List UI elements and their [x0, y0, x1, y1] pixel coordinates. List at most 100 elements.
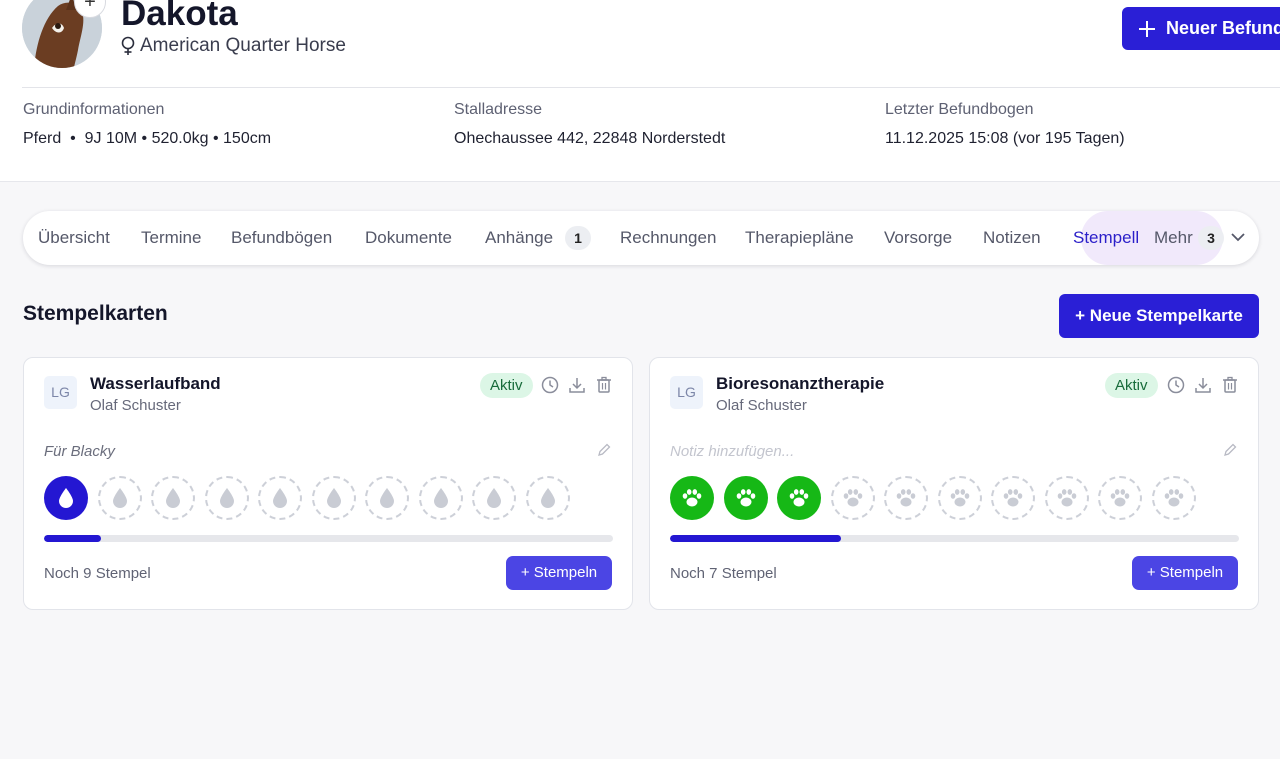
status-badge: Aktiv — [1105, 373, 1158, 398]
tab-anhaenge[interactable]: Anhänge — [485, 211, 553, 265]
edit-note-icon[interactable] — [1222, 442, 1238, 458]
stamp-empty[interactable] — [830, 476, 875, 520]
tab-uebersicht[interactable]: Übersicht — [38, 211, 110, 265]
tab-vorsorge[interactable]: Vorsorge — [884, 211, 952, 265]
tab-dokumente[interactable]: Dokumente — [365, 211, 452, 265]
trash-icon[interactable] — [594, 375, 614, 395]
stamp-empty[interactable] — [204, 476, 249, 520]
more-count-badge: 3 — [1198, 226, 1224, 250]
stable-address-value: Ohechaussee 442, 22848 Norderstedt — [454, 130, 726, 147]
download-icon[interactable] — [1193, 375, 1213, 395]
header-divider — [22, 87, 1280, 88]
paw-icon — [949, 488, 971, 508]
chevron-down-icon[interactable] — [1228, 227, 1248, 247]
basic-info: Grundinformationen Pferd • 9J 10M • 520.… — [23, 100, 271, 149]
stamp-empty[interactable] — [1098, 476, 1142, 520]
tab-therapieplaene[interactable]: Therapiepläne — [745, 211, 854, 265]
water-drop-icon — [485, 487, 503, 509]
breed-label: American Quarter Horse — [140, 35, 346, 56]
history-icon[interactable] — [540, 375, 560, 395]
water-drop-icon — [111, 487, 129, 509]
last-report-label: Letzter Befundbogen — [885, 101, 1034, 118]
card-title: Bioresonanztherapie — [716, 374, 885, 393]
water-drop-icon — [218, 487, 236, 509]
add-stamp-button[interactable]: + Stempeln — [1132, 556, 1238, 590]
female-icon — [121, 36, 135, 55]
paw-icon — [1109, 488, 1131, 508]
trash-icon[interactable] — [1220, 375, 1240, 395]
card-owner: Olaf Schuster — [716, 397, 807, 414]
stamp-empty[interactable] — [991, 476, 1035, 520]
water-drop-icon — [539, 487, 557, 509]
last-report: Letzter Befundbogen 11.12.2025 15:08 (vo… — [885, 100, 1125, 149]
download-icon[interactable] — [567, 375, 587, 395]
water-drop-icon — [325, 487, 343, 509]
stamp-empty[interactable] — [1151, 476, 1196, 520]
stamp-filled[interactable] — [670, 476, 714, 520]
plus-icon — [1139, 20, 1155, 37]
stamp-empty[interactable] — [151, 476, 195, 520]
stamp-card: LG Wasserlaufband Olaf Schuster Aktiv Fü… — [23, 357, 633, 610]
water-drop-icon — [271, 487, 289, 509]
owner-initials: LG — [44, 376, 77, 409]
card-title: Wasserlaufband — [90, 374, 221, 393]
basic-info-value: Pferd • 9J 10M • 520.0kg • 150cm — [23, 130, 272, 147]
stamp-empty[interactable] — [1044, 476, 1089, 520]
stamp-empty[interactable] — [937, 476, 982, 520]
card-note[interactable]: Für Blacky — [44, 443, 115, 460]
water-drop-icon — [57, 487, 75, 509]
paw-icon — [681, 488, 703, 508]
note-input[interactable]: Notiz hinzufügen... — [670, 443, 794, 460]
add-stamp-button[interactable]: + Stempeln — [506, 556, 612, 590]
tab-bar: Übersicht Termine Befundbögen Dokumente … — [23, 211, 1259, 265]
paw-icon — [1002, 488, 1024, 508]
stable-address-label: Stalladresse — [454, 101, 543, 118]
pet-breed: American Quarter Horse — [120, 34, 346, 58]
paw-icon — [895, 488, 917, 508]
last-report-value: 11.12.2025 15:08 (vor 195 Tagen) — [885, 130, 1125, 147]
paw-icon — [842, 488, 864, 508]
stamp-empty[interactable] — [97, 476, 142, 520]
stable-address: Stalladresse Ohechaussee 442, 22848 Nord… — [454, 100, 725, 149]
stamp-filled[interactable] — [723, 476, 768, 520]
water-drop-icon — [378, 487, 396, 509]
paw-icon — [1056, 488, 1078, 508]
section-title: Stempelkarten — [23, 302, 168, 325]
paw-icon — [735, 488, 757, 508]
tab-mehr[interactable]: Mehr — [1154, 211, 1193, 265]
stamp-empty[interactable] — [258, 476, 302, 520]
tab-stempelkarten[interactable]: Stempell — [1073, 211, 1139, 265]
remaining-stamps: Noch 9 Stempel — [44, 565, 151, 582]
paw-icon — [1163, 488, 1185, 508]
stamp-empty[interactable] — [311, 476, 356, 520]
water-drop-icon — [432, 487, 450, 509]
basic-info-label: Grundinformationen — [23, 101, 165, 118]
stamp-empty[interactable] — [418, 476, 463, 520]
stamp-empty[interactable] — [365, 476, 409, 520]
card-owner: Olaf Schuster — [90, 397, 181, 414]
history-icon[interactable] — [1166, 375, 1186, 395]
stamp-empty[interactable] — [884, 476, 928, 520]
new-stamp-card-button[interactable]: + Neue Stempelkarte — [1059, 294, 1259, 338]
tab-rechnungen[interactable]: Rechnungen — [620, 211, 716, 265]
new-report-button[interactable]: Neuer Befund — [1122, 7, 1280, 50]
stamp-empty[interactable] — [525, 476, 570, 520]
owner-initials: LG — [670, 376, 703, 409]
tab-termine[interactable]: Termine — [141, 211, 201, 265]
stamp-filled[interactable] — [44, 476, 88, 520]
progress-bar — [670, 535, 1239, 542]
progress-fill — [44, 535, 101, 542]
pet-header: + Dakota American Quarter Horse Neuer Be… — [0, 0, 1280, 182]
tab-notizen[interactable]: Notizen — [983, 211, 1041, 265]
edit-note-icon[interactable] — [596, 442, 612, 458]
progress-fill — [670, 535, 841, 542]
stamp-filled[interactable] — [777, 476, 821, 520]
paw-icon — [788, 488, 810, 508]
new-report-label: Neuer Befund — [1166, 18, 1280, 38]
pet-name: Dakota — [121, 0, 238, 33]
tab-befundboegen[interactable]: Befundbögen — [231, 211, 332, 265]
water-drop-icon — [164, 487, 182, 509]
stamp-card: LG Bioresonanztherapie Olaf Schuster Akt… — [649, 357, 1259, 610]
stamp-empty[interactable] — [472, 476, 516, 520]
progress-bar — [44, 535, 613, 542]
